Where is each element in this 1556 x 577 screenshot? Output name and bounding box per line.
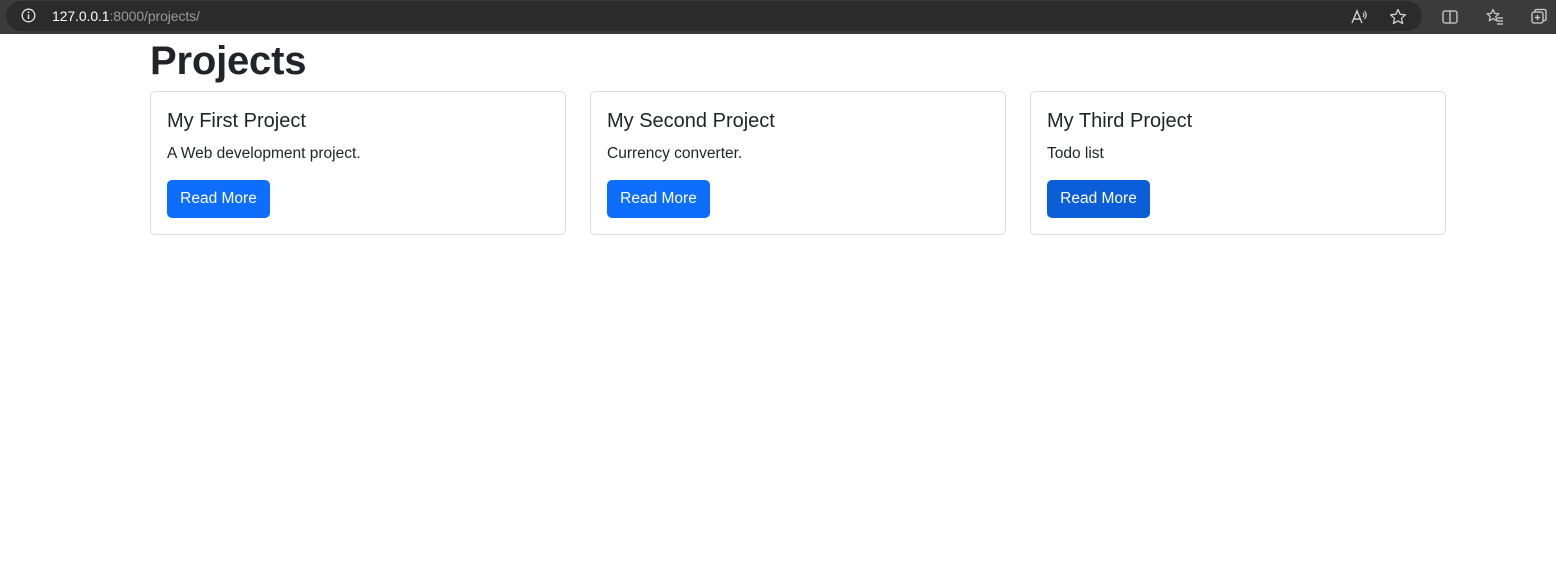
project-description: Todo list bbox=[1047, 145, 1104, 162]
info-icon[interactable] bbox=[21, 8, 36, 23]
read-more-button[interactable]: Read More bbox=[607, 180, 710, 218]
favorite-star-icon[interactable] bbox=[1388, 7, 1408, 27]
browser-toolbar: 127.0.0.1:8000/projects/ bbox=[0, 0, 1556, 34]
page-title: Projects bbox=[150, 39, 307, 83]
project-title: My First Project bbox=[167, 110, 306, 132]
project-card: My Third Project Todo list Read More bbox=[1030, 91, 1446, 235]
project-card: My First Project A Web development proje… bbox=[150, 91, 566, 235]
address-bar[interactable] bbox=[6, 1, 1422, 31]
url-path: :8000/projects/ bbox=[109, 8, 200, 24]
page-content: Projects My First Project A Web developm… bbox=[0, 34, 1556, 577]
read-aloud-icon[interactable] bbox=[1349, 7, 1369, 27]
split-screen-icon[interactable] bbox=[1440, 7, 1460, 27]
read-more-button[interactable]: Read More bbox=[1047, 180, 1150, 218]
favorites-list-icon[interactable] bbox=[1485, 7, 1505, 27]
read-more-button[interactable]: Read More bbox=[167, 180, 270, 218]
project-card: My Second Project Currency converter. Re… bbox=[590, 91, 1006, 235]
project-description: Currency converter. bbox=[607, 145, 743, 162]
project-title: My Third Project bbox=[1047, 110, 1193, 132]
url-text[interactable]: 127.0.0.1:8000/projects/ bbox=[52, 8, 200, 24]
url-host: 127.0.0.1 bbox=[52, 8, 110, 24]
project-title: My Second Project bbox=[607, 110, 775, 132]
project-description: A Web development project. bbox=[167, 145, 361, 162]
collections-icon[interactable] bbox=[1529, 7, 1549, 27]
